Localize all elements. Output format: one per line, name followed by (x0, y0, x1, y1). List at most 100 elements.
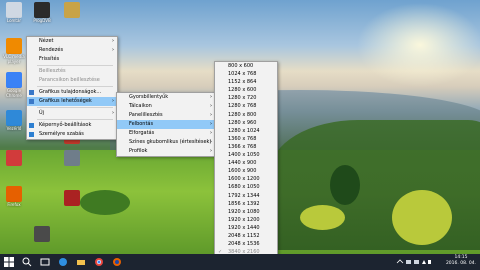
chevron-right-icon: › (210, 121, 212, 127)
resolution-option[interactable]: 2048 x 1536 (215, 240, 277, 248)
resolution-option[interactable]: 1280 x 768 (215, 102, 277, 110)
resolution-option[interactable]: 1680 x 1050 (215, 183, 277, 191)
resolution-option[interactable]: 1600 x 1200 (215, 175, 277, 183)
desktop-icon[interactable]: Vezérlő (2, 110, 26, 131)
resolution-option[interactable]: 1600 x 900 (215, 167, 277, 175)
taskbar-file-explorer[interactable] (76, 257, 86, 267)
desktop-icon[interactable]: Firefox (2, 186, 26, 207)
menu-item-icon (29, 132, 34, 137)
resolution-submenu: 800 x 600 1024 x 768 1152 x 864 1280 x 600 1… (214, 61, 278, 269)
chevron-right-icon: › (210, 139, 212, 145)
context-menu-item[interactable]: Grafikus tulajdonságok... (27, 88, 117, 97)
desktop-icon[interactable] (60, 190, 84, 206)
resolution-option-label: 1680 x 1050 (228, 184, 260, 191)
chevron-right-icon: › (210, 103, 212, 109)
resolution-option[interactable]: 1792 x 1344 (215, 192, 277, 200)
graphics-submenu-item[interactable]: Tálcaikon › (117, 102, 215, 111)
context-menu-item[interactable]: Új › (27, 109, 117, 118)
resolution-option[interactable]: 1280 x 960 (215, 119, 277, 127)
resolution-option[interactable]: 1280 x 720 (215, 94, 277, 102)
context-menu-item[interactable]: Nézet › (27, 37, 117, 46)
context-menu-item[interactable]: Grafikus lehetőségek › (27, 97, 117, 106)
chevron-right-icon: › (210, 112, 212, 118)
resolution-option-label: 1440 x 900 (228, 160, 257, 167)
taskbar-chrome[interactable] (94, 257, 104, 267)
context-menu-item-label: Grafikus lehetőségek (39, 98, 92, 104)
context-menu-item-label: Beillesztés (39, 68, 66, 74)
desktop-icon-image (6, 150, 22, 166)
task-view-button[interactable] (40, 257, 50, 267)
graphics-submenu-item[interactable]: Gyorsbillentyűk › (117, 93, 215, 102)
desktop-icon[interactable]: Google Chrome (2, 72, 26, 98)
context-menu-item[interactable]: Képernyő-beállítások (27, 121, 117, 130)
desktop-icon[interactable] (60, 150, 84, 166)
graphics-submenu-item-label: Felbontás (129, 121, 154, 127)
graphics-submenu-item[interactable]: Színes gkubomlikus (értesítések) › (117, 138, 215, 147)
resolution-option[interactable]: 1440 x 900 (215, 159, 277, 167)
resolution-option-label: 1280 x 600 (228, 87, 257, 94)
context-menu-item-label: Személyre szabás (39, 131, 84, 137)
resolution-option-label: 1024 x 768 (228, 71, 257, 78)
context-menu-item[interactable]: Személyre szabás (27, 130, 117, 139)
desktop-icon-image (6, 110, 22, 126)
resolution-option[interactable]: 2048 x 1152 (215, 232, 277, 240)
context-menu-item-label: Új (39, 110, 45, 116)
desktop-icon-image (6, 38, 22, 54)
context-menu-item[interactable]: Beillesztés (27, 67, 117, 76)
taskbar-firefox[interactable] (112, 257, 122, 267)
search-button[interactable] (22, 257, 32, 267)
context-menu-item-label: Frissítés (39, 56, 60, 62)
context-menu-item[interactable]: Parancsikon beillesztése (27, 76, 117, 85)
graphics-submenu-item[interactable]: Felbontás › (117, 120, 215, 129)
menu-item-icon (29, 90, 34, 95)
graphics-submenu-item[interactable]: Elforgatás › (117, 129, 215, 138)
desktop-icon-label: Vezérlő (6, 126, 22, 131)
clock-date: 2016. 08. 04. (445, 261, 476, 266)
resolution-option[interactable]: 1024 x 768 (215, 70, 277, 78)
context-menu-item-label: Grafikus tulajdonságok... (39, 89, 102, 95)
context-menu-item[interactable]: Frissítés (27, 55, 117, 64)
desktop-icon[interactable]: ProgDVB (30, 2, 54, 23)
chevron-right-icon: › (112, 47, 114, 53)
chevron-right-icon: › (210, 130, 212, 136)
graphics-submenu-item[interactable]: Panelillesztés › (117, 111, 215, 120)
menu-separator (37, 107, 113, 108)
resolution-option[interactable]: 1280 x 1024 (215, 127, 277, 135)
desktop-icon-label: Firefox (7, 202, 21, 207)
desktop-icon[interactable] (30, 226, 54, 242)
resolution-option[interactable]: 1920 x 1440 (215, 224, 277, 232)
system-tray[interactable] (396, 257, 432, 267)
wallpaper-bush (80, 190, 130, 215)
edge-icon (59, 258, 67, 266)
resolution-option[interactable]: 1920 x 1200 (215, 216, 277, 224)
graphics-submenu-item-label: Panelillesztés (129, 112, 163, 118)
resolution-option[interactable]: 800 x 600 (215, 62, 277, 70)
taskbar-clock[interactable]: 14:15 2016. 08. 04. (446, 255, 476, 267)
desktop-icon-label: Google Chrome (6, 88, 22, 98)
folder-icon (77, 260, 85, 265)
resolution-option-label: 1920 x 1440 (228, 224, 260, 231)
wallpaper-bush (300, 205, 345, 230)
desktop-icon[interactable]: VLC media player (2, 38, 26, 64)
resolution-option[interactable]: 1280 x 800 (215, 111, 277, 119)
resolution-option-label: 1600 x 1200 (228, 176, 260, 183)
desktop-icon[interactable] (60, 2, 84, 18)
resolution-option-label: 1360 x 768 (228, 135, 257, 142)
resolution-option[interactable]: 1856 x 1392 (215, 200, 277, 208)
resolution-option[interactable]: 1400 x 1050 (215, 151, 277, 159)
graphics-submenu-item[interactable]: Profilok › (117, 147, 215, 156)
resolution-option[interactable]: 1360 x 768 (215, 135, 277, 143)
desktop-icon[interactable]: Lomtár (2, 2, 26, 23)
desktop-icon[interactable] (2, 150, 26, 166)
context-menu-item[interactable]: Rendezés › (27, 46, 117, 55)
start-button[interactable] (4, 257, 14, 267)
resolution-option[interactable]: 1152 x 864 (215, 78, 277, 86)
resolution-option[interactable]: 1280 x 600 (215, 86, 277, 94)
context-menu-item-label: Rendezés (39, 47, 64, 53)
chrome-icon (95, 258, 103, 266)
menu-separator (37, 119, 113, 120)
taskbar-edge[interactable] (58, 257, 68, 267)
chevron-right-icon: › (210, 148, 212, 154)
resolution-option[interactable]: 1920 x 1080 (215, 208, 277, 216)
resolution-option[interactable]: 1366 x 768 (215, 143, 277, 151)
